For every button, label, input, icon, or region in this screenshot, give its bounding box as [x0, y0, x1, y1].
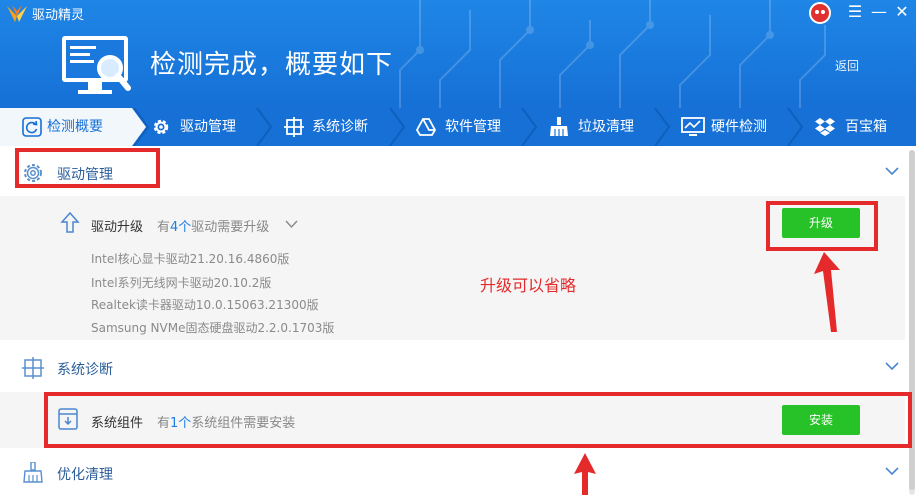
tab-bar: 检测概要 驱动管理 系统诊断 软件管理 垃圾清理 硬件检测 百宝箱: [0, 108, 916, 146]
tab-label: 软件管理: [445, 119, 501, 135]
annotation-arrow: [574, 453, 596, 495]
section-title: 优化清理: [57, 467, 113, 483]
row-description: 有4个驱动需要升级: [157, 216, 269, 235]
desc-count: 4个: [170, 220, 192, 235]
dropbox-icon: [815, 118, 835, 136]
annotation-box: [44, 392, 912, 448]
minimize-icon[interactable]: —: [869, 2, 889, 22]
crosshair-icon: [284, 117, 304, 137]
gear-icon: [153, 119, 169, 135]
tab-label: 系统诊断: [312, 119, 368, 135]
broom-icon: [550, 117, 568, 136]
menu-icon[interactable]: ☰: [845, 2, 865, 22]
refresh-icon: [22, 117, 42, 137]
chevron-down-icon[interactable]: [885, 466, 899, 476]
section-title: 系统诊断: [57, 362, 113, 378]
upload-arrow-icon: [60, 212, 80, 233]
driver-item: Intel核心显卡驱动21.20.16.4860版: [91, 252, 290, 266]
section-diagnose-header[interactable]: 系统诊断: [0, 343, 905, 391]
app-title: 驱动精灵: [32, 8, 85, 23]
close-icon[interactable]: ✕: [892, 2, 912, 22]
chevron-down-icon[interactable]: [885, 361, 899, 371]
tab-label: 垃圾清理: [578, 119, 634, 135]
annotation-box: [15, 148, 160, 188]
desc-suffix: 驱动需要升级: [191, 220, 270, 235]
chevron-down-icon[interactable]: [885, 166, 899, 176]
tab-label: 检测概要: [47, 119, 103, 135]
app-logo-icon: [7, 5, 27, 22]
triangle-icon: [416, 118, 436, 136]
mascot-icon[interactable]: [809, 2, 831, 24]
tab-driver-manage[interactable]: 驱动管理: [150, 108, 260, 146]
driver-item: Intel系列无线网卡驱动20.10.2版: [91, 276, 272, 290]
driver-item: Samsung NVMe固态硬盘驱动2.2.0.1703版: [91, 321, 335, 335]
page-title: 检测完成，概要如下: [150, 50, 394, 80]
monitor-magnifier-icon: [62, 36, 131, 94]
tab-separator: [654, 108, 671, 146]
tab-system-diagnose[interactable]: 系统诊断: [283, 108, 393, 146]
annotation-text: 升级可以省略: [480, 276, 577, 295]
tab-separator: [787, 108, 804, 146]
broom-icon: [23, 462, 43, 483]
app-header: 驱动精灵 ☰ — ✕ 检测完成，概要如下 返回: [0, 0, 916, 108]
tab-separator: [256, 108, 273, 146]
tab-toolbox[interactable]: 百宝箱: [814, 108, 916, 146]
section-cleanup-header[interactable]: 优化清理: [0, 448, 905, 495]
desc-prefix: 有: [157, 220, 171, 235]
tab-software-manage[interactable]: 软件管理: [415, 108, 525, 146]
crosshair-icon: [22, 357, 44, 379]
tab-label: 硬件检测: [711, 119, 767, 135]
tab-hardware-check[interactable]: 硬件检测: [681, 108, 791, 146]
row-title: 驱动升级: [91, 220, 144, 235]
driver-item: Realtek读卡器驱动10.0.15063.21300版: [91, 298, 319, 312]
annotation-arrow: [814, 252, 840, 332]
monitor-icon: [681, 117, 705, 136]
tab-label: 驱动管理: [180, 119, 236, 135]
annotation-box: [766, 201, 878, 251]
back-link[interactable]: 返回: [835, 57, 859, 74]
tab-label: 百宝箱: [845, 119, 887, 135]
chevron-down-icon[interactable]: [285, 220, 298, 229]
tab-cleanup[interactable]: 垃圾清理: [548, 108, 658, 146]
tab-separator: [521, 108, 538, 146]
tab-overview[interactable]: 检测概要: [0, 108, 132, 146]
tab-separator: [389, 108, 406, 146]
circuit-pattern: [399, 0, 826, 108]
